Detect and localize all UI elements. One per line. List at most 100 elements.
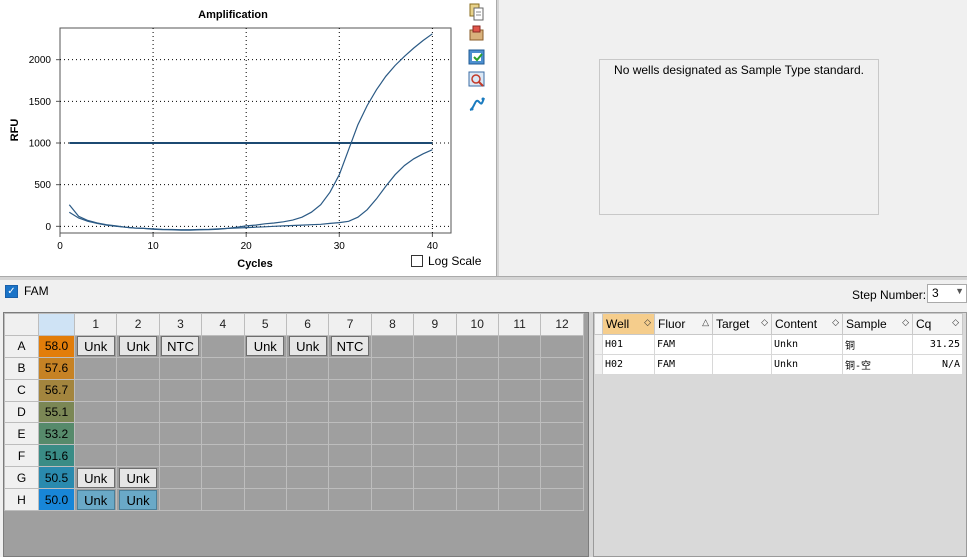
plate-column-header[interactable]: 9 bbox=[413, 313, 457, 336]
plate-well[interactable] bbox=[413, 444, 457, 468]
plate-well[interactable] bbox=[370, 466, 415, 490]
plate-well[interactable] bbox=[455, 466, 499, 490]
plate-well[interactable] bbox=[497, 378, 542, 402]
plate-well[interactable] bbox=[73, 400, 118, 424]
plate-well[interactable] bbox=[413, 378, 457, 402]
plate-well[interactable] bbox=[285, 488, 330, 512]
plate-well[interactable]: NTC bbox=[158, 334, 203, 358]
plate-well[interactable] bbox=[201, 378, 245, 402]
plate-well[interactable] bbox=[158, 444, 203, 468]
plate-well[interactable] bbox=[497, 422, 542, 446]
curve-settings-icon[interactable] bbox=[468, 95, 486, 113]
step-number-select[interactable]: 3 ▼ bbox=[927, 284, 967, 303]
well-content-label[interactable]: Unk bbox=[246, 336, 285, 357]
plate-well[interactable] bbox=[540, 334, 584, 358]
plate-well[interactable] bbox=[413, 334, 457, 358]
plate-well[interactable] bbox=[370, 422, 415, 446]
plate-well[interactable] bbox=[116, 400, 160, 424]
plate-well[interactable]: NTC bbox=[328, 334, 372, 358]
zoom-icon[interactable] bbox=[468, 70, 486, 88]
well-table-column-header[interactable]: Fluor △ bbox=[654, 313, 713, 335]
plate-well[interactable] bbox=[370, 400, 415, 424]
plate-well[interactable] bbox=[455, 488, 499, 512]
well-content-label[interactable]: Unk bbox=[76, 489, 115, 510]
plate-well[interactable] bbox=[201, 334, 245, 358]
plate-well[interactable] bbox=[370, 356, 415, 380]
plate-well[interactable] bbox=[73, 356, 118, 380]
sort-icon[interactable]: ◇ bbox=[644, 317, 651, 328]
plate-column-header[interactable]: 11 bbox=[497, 313, 542, 336]
plate-row-header[interactable]: G bbox=[4, 466, 39, 490]
row-selector[interactable] bbox=[594, 334, 603, 355]
plate-well[interactable] bbox=[285, 400, 330, 424]
plate-well[interactable] bbox=[370, 334, 415, 358]
plate-well[interactable]: Unk bbox=[73, 488, 118, 512]
plate-well[interactable] bbox=[540, 356, 584, 380]
sort-icon[interactable]: ◇ bbox=[832, 317, 839, 328]
table-row[interactable]: H02 FAM Unkn 铜-空 N/A bbox=[594, 354, 963, 375]
well-table-column-header[interactable]: Cq ◇ bbox=[912, 313, 963, 335]
plate-well[interactable] bbox=[455, 400, 499, 424]
plate-column-header[interactable]: 5 bbox=[243, 313, 287, 336]
plate-well[interactable] bbox=[158, 466, 203, 490]
export-icon[interactable] bbox=[468, 24, 486, 42]
well-content-label[interactable]: Unk bbox=[288, 336, 327, 357]
plate-well[interactable] bbox=[455, 422, 499, 446]
well-table-column-header[interactable]: Sample ◇ bbox=[842, 313, 913, 335]
plate-well[interactable] bbox=[497, 334, 542, 358]
plate-well[interactable] bbox=[370, 444, 415, 468]
plate-column-header[interactable]: 2 bbox=[116, 313, 160, 336]
plate-well[interactable] bbox=[285, 378, 330, 402]
log-scale-checkbox[interactable]: Log Scale bbox=[411, 254, 481, 268]
plate-well[interactable] bbox=[73, 378, 118, 402]
plate-well[interactable] bbox=[201, 466, 245, 490]
plate-well[interactable] bbox=[540, 422, 584, 446]
plate-well[interactable] bbox=[328, 422, 372, 446]
plate-well[interactable] bbox=[328, 400, 372, 424]
plate-well[interactable] bbox=[243, 466, 287, 490]
plate-column-header[interactable]: 7 bbox=[328, 313, 372, 336]
plate-well[interactable] bbox=[285, 444, 330, 468]
plate-well[interactable] bbox=[285, 466, 330, 490]
plate-well[interactable] bbox=[201, 400, 245, 424]
well-table-column-header[interactable]: Target ◇ bbox=[712, 313, 772, 335]
plate-well[interactable] bbox=[370, 378, 415, 402]
plate-column-header[interactable]: 6 bbox=[285, 313, 330, 336]
plate-well[interactable] bbox=[455, 444, 499, 468]
plate-well[interactable] bbox=[540, 378, 584, 402]
sort-icon[interactable]: ◇ bbox=[761, 317, 768, 328]
plate-well[interactable] bbox=[116, 422, 160, 446]
plate-well[interactable] bbox=[243, 400, 287, 424]
plate-well[interactable] bbox=[328, 444, 372, 468]
plate-well[interactable]: Unk bbox=[116, 334, 160, 358]
plate-corner-select-all[interactable] bbox=[38, 313, 75, 336]
plate-well[interactable] bbox=[73, 444, 118, 468]
well-content-label[interactable]: Unk bbox=[76, 467, 115, 488]
plate-row-header[interactable]: B bbox=[4, 356, 39, 380]
plate-well[interactable] bbox=[243, 444, 287, 468]
plate-well[interactable] bbox=[158, 488, 203, 512]
plate-well[interactable] bbox=[243, 356, 287, 380]
plate-well[interactable] bbox=[455, 334, 499, 358]
well-content-label[interactable]: Unk bbox=[119, 489, 158, 510]
plate-well[interactable] bbox=[201, 444, 245, 468]
plate-well[interactable] bbox=[497, 356, 542, 380]
plate-well[interactable] bbox=[413, 422, 457, 446]
plate-well[interactable]: Unk bbox=[243, 334, 287, 358]
plate-row-header[interactable]: H bbox=[4, 488, 39, 512]
plate-column-header[interactable]: 4 bbox=[201, 313, 245, 336]
sort-icon[interactable]: ◇ bbox=[952, 317, 959, 328]
well-content-label[interactable]: Unk bbox=[119, 336, 158, 357]
plate-column-header[interactable]: 3 bbox=[158, 313, 203, 336]
plate-well[interactable] bbox=[497, 466, 542, 490]
plate-well[interactable] bbox=[285, 422, 330, 446]
plate-well[interactable] bbox=[243, 488, 287, 512]
plate-well[interactable] bbox=[540, 444, 584, 468]
plate-well[interactable] bbox=[116, 378, 160, 402]
plate-well[interactable]: Unk bbox=[285, 334, 330, 358]
plate-column-header[interactable]: 1 bbox=[73, 313, 118, 336]
plate-well[interactable] bbox=[158, 400, 203, 424]
plate-well[interactable] bbox=[116, 444, 160, 468]
plate-column-header[interactable]: 10 bbox=[455, 313, 499, 336]
sort-icon[interactable]: ◇ bbox=[902, 317, 909, 328]
